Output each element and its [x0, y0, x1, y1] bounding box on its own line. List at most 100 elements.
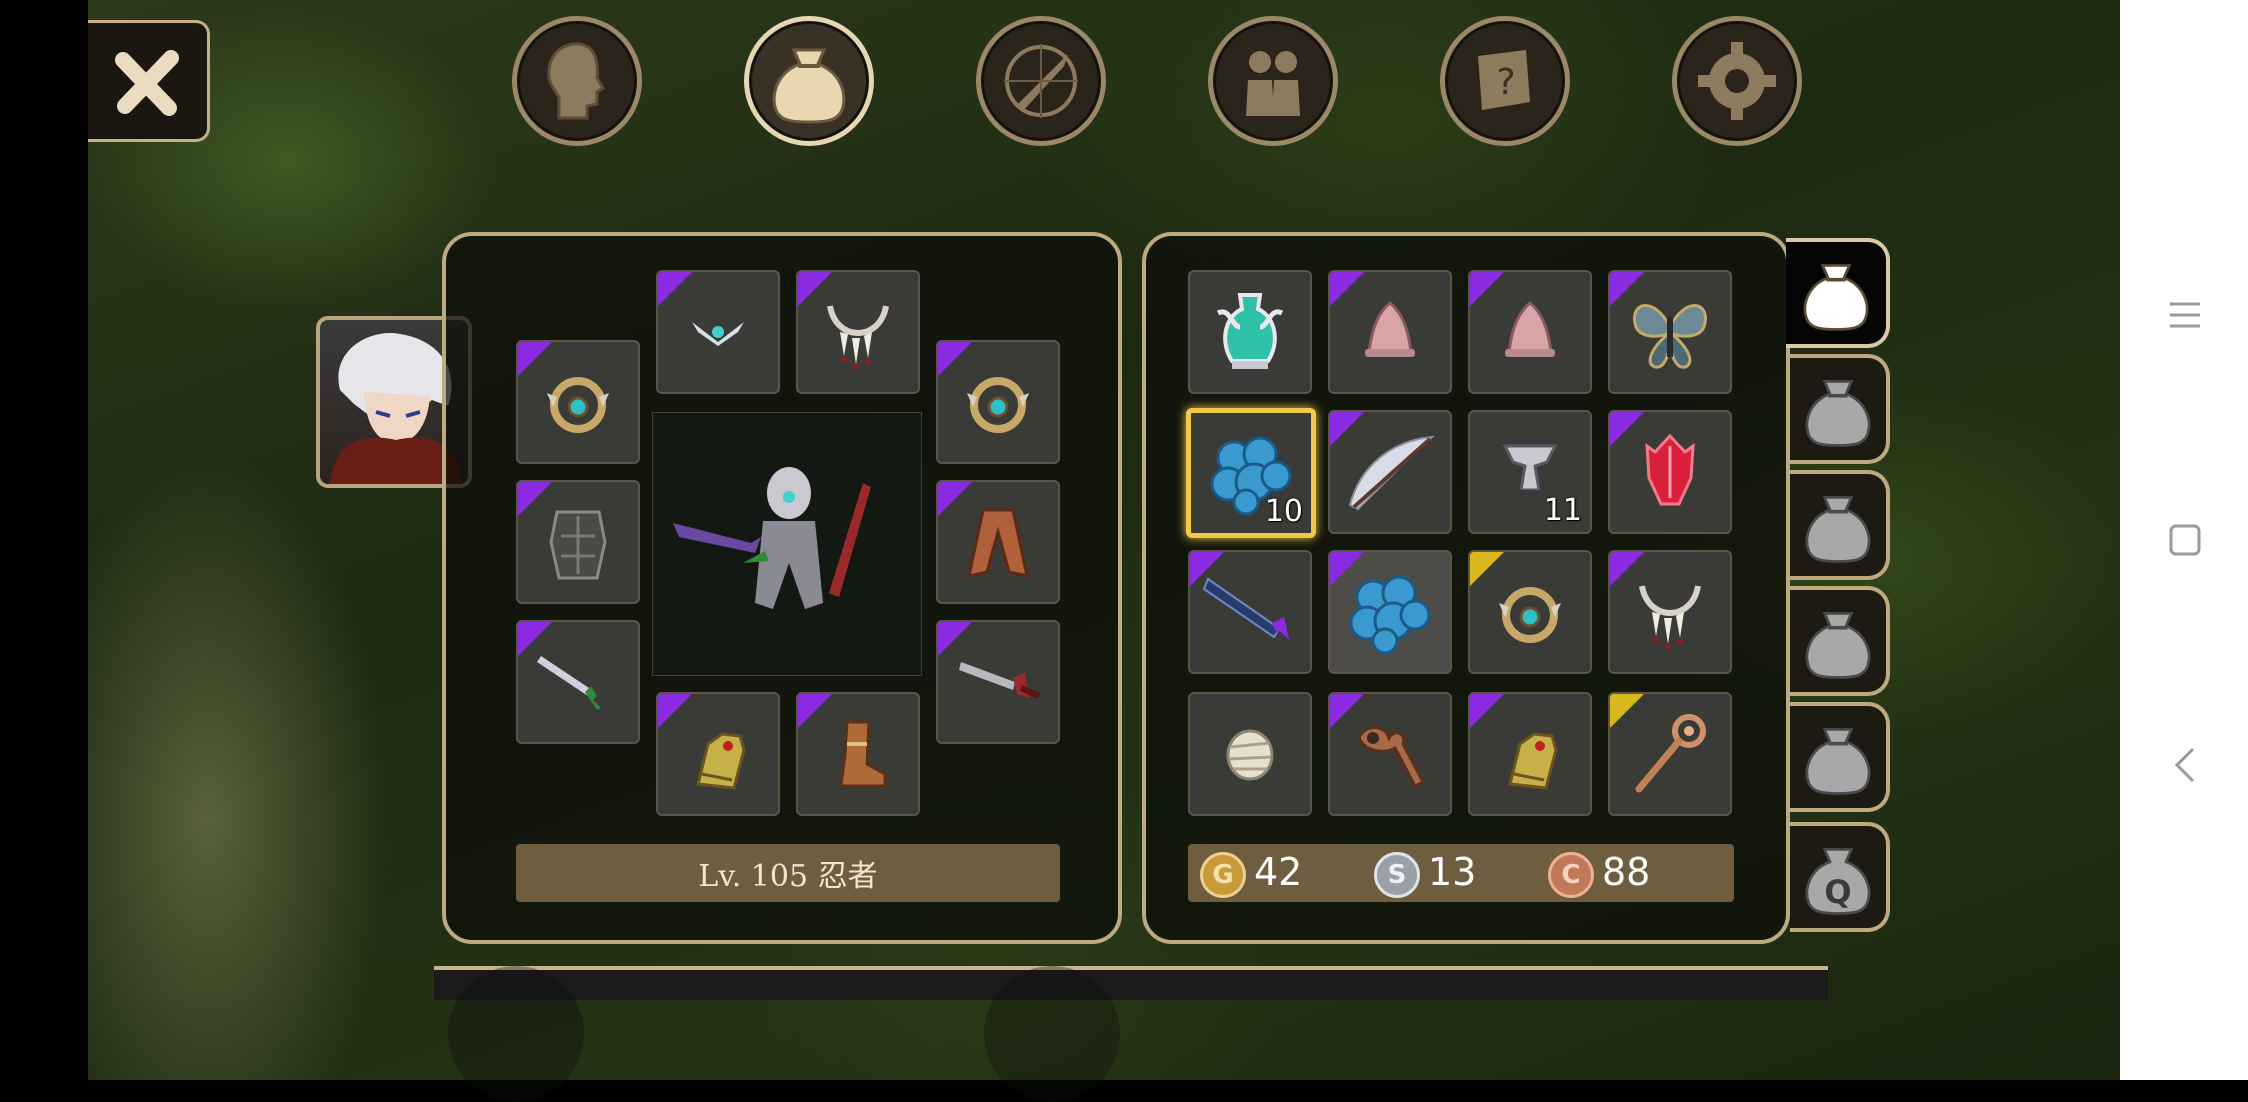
rarity-badge	[518, 482, 552, 516]
rarity-badge	[938, 482, 972, 516]
character-sprite-icon	[673, 467, 871, 609]
inventory-slot-3[interactable]	[1468, 270, 1592, 394]
equip-slot-gloves[interactable]	[656, 692, 780, 816]
equip-slot-cloak[interactable]	[936, 480, 1060, 604]
rarity-badge	[658, 694, 692, 728]
inventory-slot-15[interactable]	[1468, 692, 1592, 816]
bottom-bar	[434, 966, 1828, 1000]
inventory-slot-14[interactable]	[1328, 692, 1452, 816]
gold-amount: 42	[1254, 850, 1303, 894]
rarity-badge	[1330, 412, 1364, 446]
gear-icon	[1698, 42, 1776, 120]
currency-bar: G 42 S 13 C 88	[1188, 844, 1734, 902]
inventory-slot-9[interactable]	[1188, 550, 1312, 674]
rarity-badge	[1610, 272, 1644, 306]
character-tab[interactable]	[512, 16, 642, 146]
silver-amount: 13	[1428, 850, 1477, 894]
quest-bag-icon: Q	[1805, 848, 1871, 915]
inventory-slot-6[interactable]	[1328, 410, 1452, 534]
inventory-slot-2[interactable]	[1328, 270, 1452, 394]
equip-slot-ring-right[interactable]	[936, 340, 1060, 464]
rarity-badge	[938, 342, 972, 376]
equip-slot-necklace[interactable]	[796, 270, 920, 394]
cloak-icon	[967, 508, 1029, 578]
red-crystal-icon	[1645, 433, 1695, 506]
rarity-badge	[518, 622, 552, 656]
bag-tab-2[interactable]	[1790, 354, 1890, 464]
inventory-slot-1[interactable]	[1188, 270, 1312, 394]
item-quantity: 11	[1543, 493, 1582, 528]
home-icon[interactable]	[2160, 515, 2210, 565]
bag-icon	[1805, 496, 1871, 563]
rarity-badge	[1470, 694, 1504, 728]
bag-tab-1[interactable]	[1786, 238, 1890, 348]
close-button[interactable]	[88, 20, 210, 142]
scroll-icon: ?	[1478, 50, 1530, 110]
rarity-badge	[1470, 552, 1504, 586]
equip-slot-armor[interactable]	[516, 480, 640, 604]
boots-icon	[839, 720, 887, 788]
rarity-badge	[798, 272, 832, 306]
people-icon	[1246, 51, 1300, 116]
system-nav-bar	[2120, 0, 2248, 1080]
rarity-badge	[518, 342, 552, 376]
rarity-badge	[1190, 552, 1224, 586]
gem-ring-icon	[1499, 587, 1561, 643]
quest-bag-label: Q	[1824, 873, 1851, 911]
bandage-icon	[1226, 729, 1274, 781]
inventory-slot-5[interactable]: 10	[1186, 408, 1316, 538]
rarity-badge	[1330, 272, 1364, 306]
rarity-badge	[938, 622, 972, 656]
equip-slot-ring-left[interactable]	[516, 340, 640, 464]
inventory-slot-11[interactable]	[1468, 550, 1592, 674]
character-level-label: Lv. 105 忍者	[516, 844, 1060, 902]
sword-compass-icon	[1004, 44, 1078, 118]
svg-text:?: ?	[1496, 62, 1515, 103]
bag-icon	[1805, 728, 1871, 795]
rarity-badge	[798, 694, 832, 728]
party-tab[interactable]	[1208, 16, 1338, 146]
bag-tab-5[interactable]	[1790, 702, 1890, 812]
head-icon	[547, 42, 606, 120]
bag-icon	[1803, 264, 1869, 331]
rarity-badge	[1610, 694, 1644, 728]
inventory-slot-10[interactable]	[1328, 550, 1452, 674]
menu-icon[interactable]	[2160, 290, 2210, 340]
inventory-slot-4[interactable]	[1608, 270, 1732, 394]
bag-tab-3[interactable]	[1790, 470, 1890, 580]
rarity-badge	[1330, 694, 1364, 728]
tiara-icon	[692, 322, 744, 346]
inventory-slot-13[interactable]	[1188, 692, 1312, 816]
virtual-pad-left[interactable]	[448, 966, 584, 1102]
bag-icon	[772, 48, 846, 124]
pink-hat-icon	[1505, 301, 1555, 357]
rarity-badge	[1610, 412, 1644, 446]
quest-tab[interactable]: ?	[1440, 16, 1570, 146]
inventory-slot-16[interactable]	[1608, 692, 1732, 816]
silver-coin-icon: S	[1374, 852, 1420, 898]
gold-coin-icon: G	[1200, 852, 1246, 898]
equip-slot-boots[interactable]	[796, 692, 920, 816]
potion-vase-icon	[1216, 293, 1284, 369]
equip-slot-main-hand[interactable]	[516, 620, 640, 744]
inventory-slot-7[interactable]: 11	[1468, 410, 1592, 534]
character-preview	[652, 412, 922, 676]
skills-tab[interactable]	[976, 16, 1106, 146]
rarity-badge	[1470, 272, 1504, 306]
settings-tab[interactable]	[1672, 16, 1802, 146]
virtual-pad-right[interactable]	[984, 966, 1120, 1102]
gem-ring-icon	[967, 377, 1029, 433]
rarity-badge	[658, 272, 692, 306]
bag-icon	[1805, 612, 1871, 679]
pink-hat-icon	[1365, 301, 1415, 357]
equip-slot-head[interactable]	[656, 270, 780, 394]
bag-tab-4[interactable]	[1790, 586, 1890, 696]
back-icon[interactable]	[2160, 740, 2210, 790]
equip-slot-off-hand[interactable]	[936, 620, 1060, 744]
close-icon	[114, 50, 179, 116]
rarity-badge	[1610, 552, 1644, 586]
inventory-tab[interactable]	[744, 16, 874, 146]
quest-bag-tab[interactable]: Q	[1790, 822, 1890, 932]
inventory-slot-12[interactable]	[1608, 550, 1732, 674]
inventory-slot-8[interactable]	[1608, 410, 1732, 534]
